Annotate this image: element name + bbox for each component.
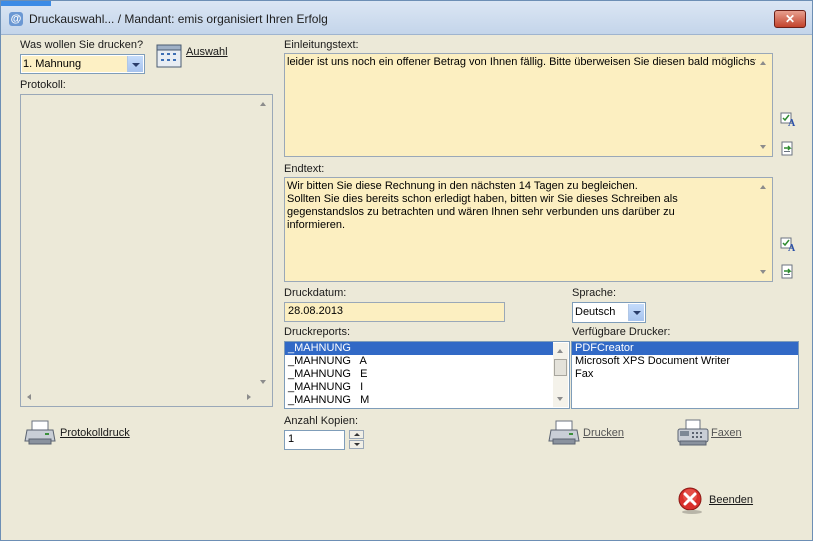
drucker-item[interactable]: PDFCreator <box>572 342 798 355</box>
druckreport-item[interactable]: _MAHNUNG <box>285 342 553 355</box>
druckreport-item[interactable]: _MAHNUNG I <box>285 381 553 394</box>
endtext-text: Wir bitten Sie diese Rechnung in den näc… <box>287 180 678 231</box>
window-title: Druckauswahl... / Mandant: emis organisi… <box>29 12 328 26</box>
sprache-label: Sprache: <box>572 287 617 299</box>
fax-icon <box>677 419 709 446</box>
emis-logo-icon: @ <box>9 12 23 26</box>
print-select-combo[interactable]: 1. Mahnung <box>20 54 145 74</box>
protokoll-label: Protokoll: <box>20 79 66 91</box>
druckdatum-input[interactable]: 28.08.2013 <box>284 302 505 322</box>
endtext-textarea[interactable]: Wir bitten Sie diese Rechnung in den näc… <box>284 177 773 282</box>
dialog-body: Was wollen Sie drucken? 1. Mahnung Auswa… <box>8 35 805 532</box>
sprache-combo[interactable]: Deutsch <box>572 302 646 323</box>
auswahl-label: Auswahl <box>186 46 228 58</box>
einleitung-label: Einleitungstext: <box>284 39 359 51</box>
chevron-down-icon[interactable] <box>628 304 644 321</box>
title-accent <box>1 1 51 6</box>
protokolldruck-label: Protokolldruck <box>60 427 130 439</box>
insert-text-icon[interactable] <box>780 141 796 157</box>
einleitung-scrollbar[interactable] <box>756 55 771 155</box>
druckreport-item[interactable]: _MAHNUNG A <box>285 355 553 368</box>
drucker-label: Verfügbare Drucker: <box>572 326 671 338</box>
protokoll-hscrollbar[interactable] <box>22 390 256 405</box>
close-button[interactable]: ✕ <box>774 10 806 28</box>
spin-down-button[interactable] <box>349 440 364 449</box>
exit-icon <box>678 487 702 514</box>
drucker-item[interactable]: Fax <box>572 368 798 381</box>
print-select-label: Was wollen Sie drucken? <box>20 39 144 51</box>
beenden-button[interactable]: Beenden <box>676 485 753 515</box>
svg-text:A: A <box>788 243 796 252</box>
sprache-value: Deutsch <box>575 306 616 318</box>
endtext-scrollbar[interactable] <box>756 179 771 280</box>
druckreports-scrollbar[interactable] <box>553 343 568 407</box>
printer-icon <box>548 420 580 445</box>
spin-up-button[interactable] <box>349 430 364 439</box>
protokolldruck-button[interactable]: Protokolldruck <box>24 419 130 447</box>
scroll-thumb[interactable] <box>554 359 567 376</box>
text-style-icon[interactable]: A <box>780 111 796 127</box>
druckreports-list[interactable]: _MAHNUNG _MAHNUNG A _MAHNUNG E _MAHNUNG I _M… <box>284 341 570 409</box>
drucker-item[interactable]: Microsoft XPS Document Writer <box>572 355 798 368</box>
einleitung-textarea[interactable]: leider ist uns noch ein offener Betrag v… <box>284 53 773 157</box>
print-select-value: 1. Mahnung <box>22 56 127 72</box>
einleitung-text: leider ist uns noch ein offener Betrag v… <box>287 56 762 68</box>
faxen-label: Faxen <box>711 427 742 439</box>
svg-text:A: A <box>788 118 796 127</box>
drucker-items: PDFCreator Microsoft XPS Document Writer F… <box>572 342 798 381</box>
kopien-label: Anzahl Kopien: <box>284 415 358 427</box>
druckreports-items: _MAHNUNG _MAHNUNG A _MAHNUNG E _MAHNUNG I _M… <box>285 342 553 407</box>
faxen-button[interactable]: Faxen <box>676 419 742 447</box>
selection-grid-icon <box>156 44 182 68</box>
auswahl-button[interactable]: Auswahl <box>154 41 228 71</box>
printer-icon <box>24 420 56 445</box>
text-style-icon[interactable]: A <box>780 236 796 252</box>
druckauswahl-window: @ Druckauswahl... / Mandant: emis organi… <box>0 0 813 541</box>
kopien-input[interactable]: 1 <box>284 430 345 450</box>
druckreport-item[interactable]: _MAHNUNG M <box>285 394 553 407</box>
insert-text-icon[interactable] <box>780 264 796 280</box>
protokoll-list[interactable] <box>20 94 273 407</box>
druckreport-item[interactable]: _MAHNUNG E <box>285 368 553 381</box>
drucken-label: Drucken <box>583 427 624 439</box>
beenden-label: Beenden <box>709 494 754 506</box>
druckreports-label: Druckreports: <box>284 326 351 338</box>
protokoll-vscrollbar[interactable] <box>256 96 271 390</box>
drucker-list[interactable]: PDFCreator Microsoft XPS Document Writer F… <box>571 341 799 409</box>
title-bar[interactable]: @ Druckauswahl... / Mandant: emis organi… <box>1 1 812 35</box>
endtext-label: Endtext: <box>284 163 325 175</box>
drucken-button[interactable]: Drucken <box>548 419 624 447</box>
druckdatum-label: Druckdatum: <box>284 287 347 299</box>
chevron-down-icon[interactable] <box>127 56 143 72</box>
